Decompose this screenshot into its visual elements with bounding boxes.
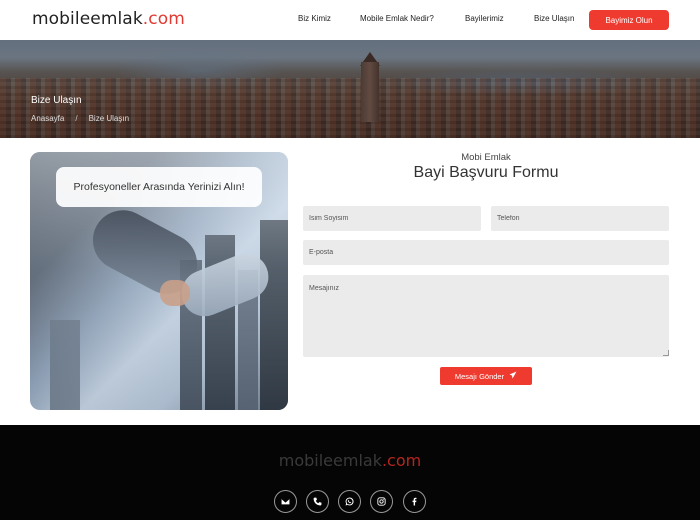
nav-item-mobile-emlak-nedir[interactable]: Mobile Emlak Nedir? [360, 14, 434, 23]
footer-logo-main: mobileemlak [278, 451, 382, 470]
footer-logo-tld: .com [381, 451, 422, 470]
send-message-label: Mesajı Gönder [454, 371, 505, 381]
phone-field[interactable] [491, 206, 669, 231]
form-title: Bayi Başvuru Formu [413, 164, 559, 181]
breadcrumb: Anasayfa / Bize Ulaşın [31, 114, 129, 123]
logo-tld-text: .com [142, 9, 185, 29]
email-social-button[interactable] [274, 490, 297, 513]
whatsapp-icon [345, 493, 354, 511]
name-field[interactable] [303, 206, 481, 231]
instagram-icon [377, 493, 386, 511]
phone-social-button[interactable] [306, 490, 329, 513]
breadcrumb-current: Bize Ulaşın [88, 114, 130, 123]
nav-item-bize-ulasin[interactable]: Bize Ulaşın [534, 14, 574, 23]
send-message-button[interactable]: Mesajı Gönder [440, 367, 532, 385]
site-logo[interactable]: mobileemlak.com [32, 9, 185, 29]
breadcrumb-home-link[interactable]: Anasayfa [31, 114, 64, 123]
nav-item-biz-kimiz[interactable]: Biz Kimiz [298, 14, 331, 23]
envelope-icon [281, 493, 290, 511]
become-dealer-button[interactable]: Bayimiz Olun [589, 10, 669, 30]
facebook-icon [410, 493, 419, 511]
hero-overlay [0, 40, 700, 138]
whatsapp-social-button[interactable] [338, 490, 361, 513]
site-footer: mobileemlak.com [0, 425, 700, 520]
handshake-shape [160, 280, 190, 306]
form-kicker: Mobi Emlak [461, 152, 511, 163]
facebook-social-button[interactable] [403, 490, 426, 513]
footer-logo[interactable]: mobileemlak.com [0, 451, 700, 470]
email-field[interactable] [303, 240, 669, 265]
message-field[interactable] [303, 275, 669, 357]
nav-item-bayilerimiz[interactable]: Bayilerimiz [465, 14, 504, 23]
promo-badge: Profesyoneller Arasında Yerinizi Alın! [56, 167, 262, 207]
paper-plane-icon [509, 371, 517, 381]
logo-main-text: mobileemlak [32, 9, 143, 29]
page-title: Bize Ulaşın [31, 95, 82, 106]
site-header: mobileemlak.com Biz Kimiz Mobile Emlak N… [0, 0, 700, 40]
instagram-social-button[interactable] [370, 490, 393, 513]
page-hero-banner [0, 40, 700, 138]
textarea-resize-handle[interactable] [663, 350, 669, 356]
breadcrumb-separator: / [75, 114, 78, 123]
phone-icon [313, 493, 322, 511]
